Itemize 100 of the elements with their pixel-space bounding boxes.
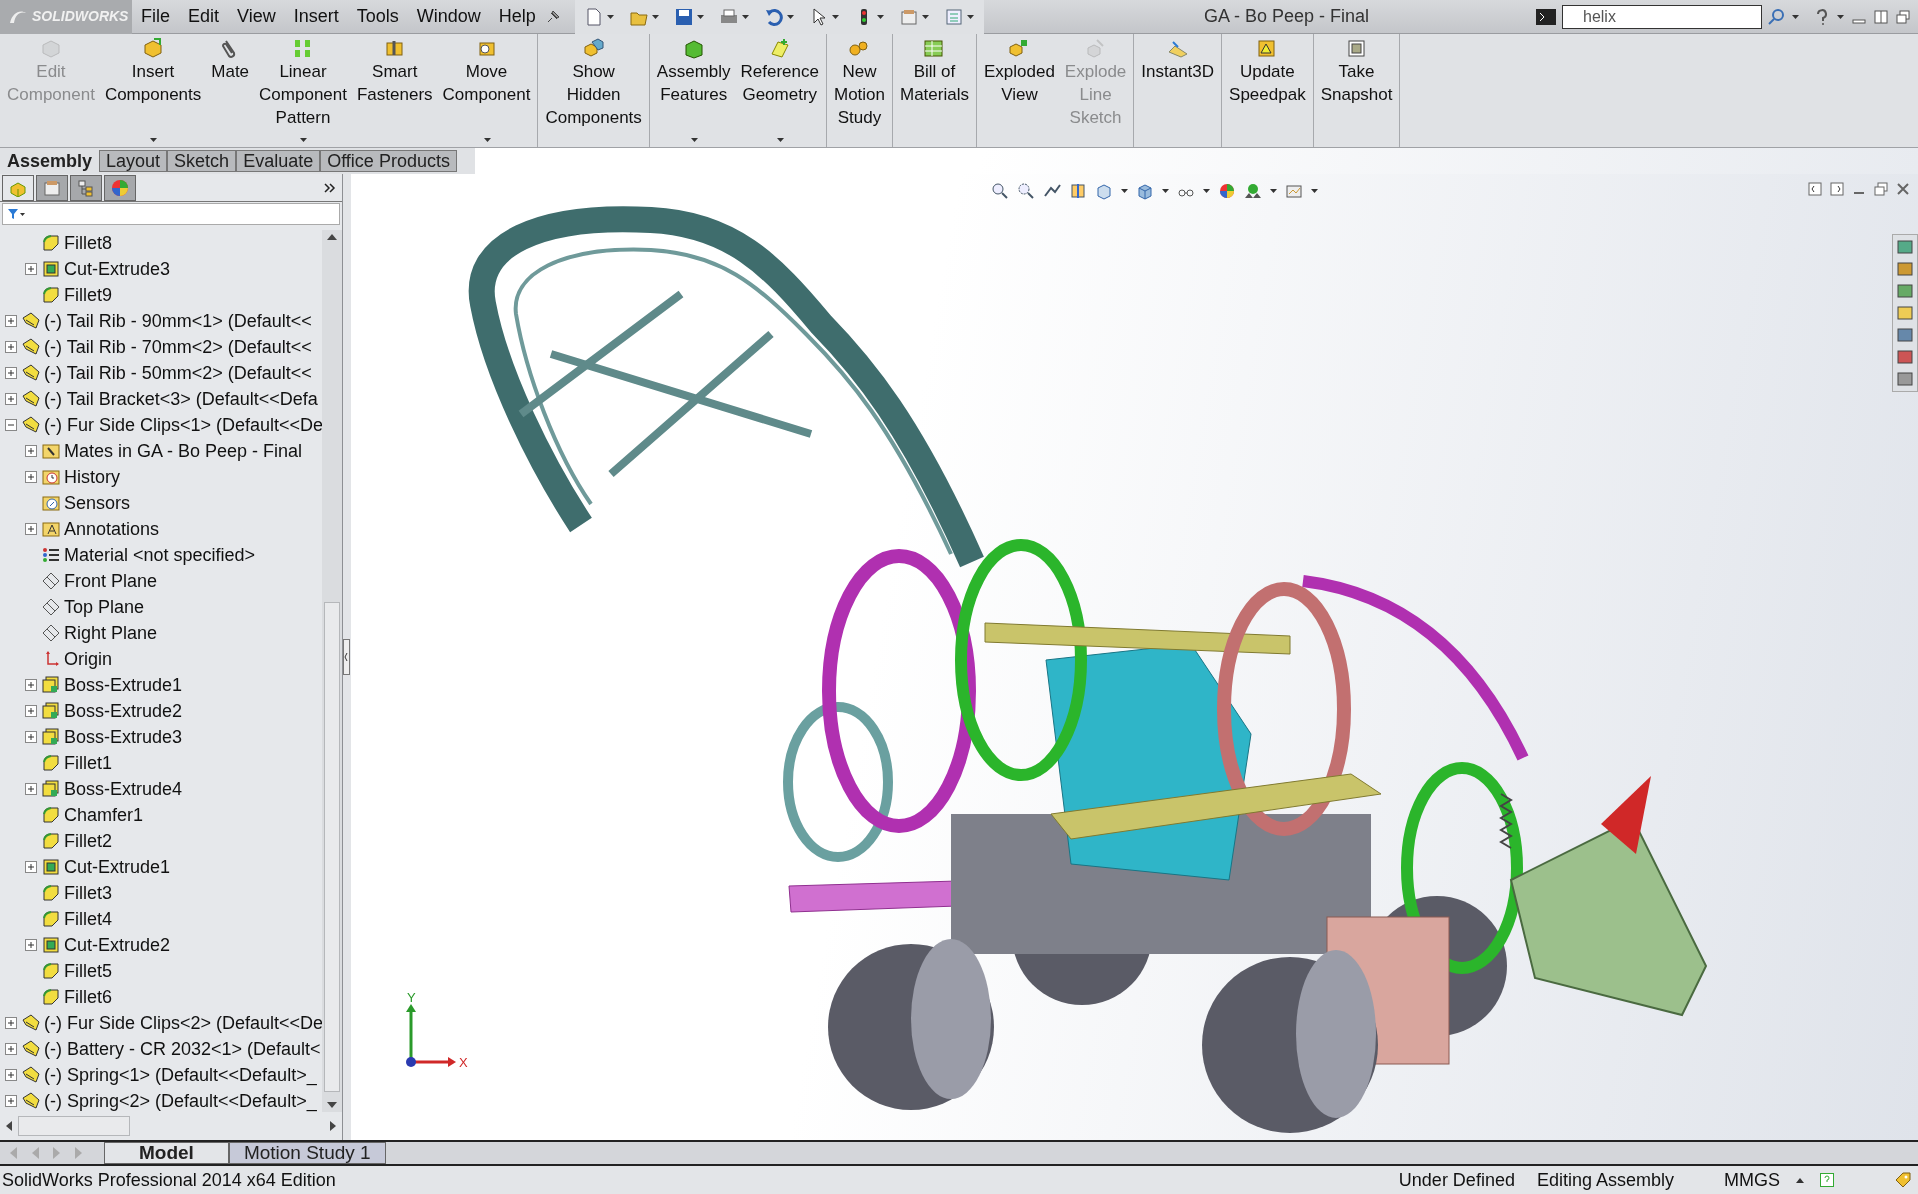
file-properties-icon[interactable] bbox=[899, 7, 918, 26]
command-tab[interactable]: Layout bbox=[99, 150, 168, 172]
split-right-icon[interactable] bbox=[1830, 182, 1844, 196]
expand-icon[interactable] bbox=[24, 860, 38, 874]
scroll-thumb[interactable] bbox=[324, 602, 340, 1092]
help-icon[interactable] bbox=[1815, 8, 1829, 25]
tree-item[interactable]: Fillet5 bbox=[0, 958, 322, 984]
tree-item[interactable]: Origin bbox=[0, 646, 322, 672]
ribbon-button[interactable]: Bill of Materials bbox=[895, 34, 974, 147]
caret-up-icon[interactable] bbox=[1796, 1177, 1804, 1183]
tag-icon[interactable] bbox=[1894, 1171, 1912, 1189]
tree-item[interactable]: Mates in GA - Bo Peep - Final bbox=[0, 438, 322, 464]
tile-windows-icon[interactable] bbox=[1874, 9, 1888, 24]
ribbon-button[interactable]: New Motion Study bbox=[828, 34, 890, 147]
appearance-ball-icon[interactable] bbox=[1218, 182, 1236, 200]
zoom-to-fit-icon[interactable] bbox=[991, 182, 1009, 200]
print-icon[interactable] bbox=[719, 7, 738, 26]
ribbon-button[interactable]: Reference Geometry bbox=[735, 34, 824, 146]
panel-tab[interactable] bbox=[36, 174, 68, 201]
menu-item[interactable]: Insert bbox=[284, 3, 348, 30]
command-tab[interactable]: Office Products bbox=[320, 150, 457, 172]
tree-item[interactable]: Fillet3 bbox=[0, 880, 322, 906]
save-icon[interactable] bbox=[674, 7, 693, 26]
expand-icon[interactable] bbox=[24, 262, 38, 276]
tree-item[interactable]: (-) Tail Rib - 70mm<2> (Default<< bbox=[0, 334, 322, 360]
split-left-icon[interactable] bbox=[1808, 182, 1822, 196]
expand-icon[interactable] bbox=[24, 730, 38, 744]
zoom-area-icon[interactable] bbox=[1017, 182, 1035, 200]
tree-item[interactable]: Cut-Extrude3 bbox=[0, 256, 322, 282]
scroll-up-icon[interactable] bbox=[327, 234, 337, 240]
expand-icon[interactable] bbox=[4, 1068, 18, 1082]
menu-item[interactable]: Edit bbox=[179, 3, 229, 30]
ribbon-button[interactable]: Exploded View bbox=[978, 34, 1060, 147]
ribbon-button[interactable]: Smart Fasteners bbox=[351, 34, 438, 147]
scene-icon[interactable] bbox=[1244, 182, 1262, 200]
tree-item[interactable]: Cut-Extrude2 bbox=[0, 932, 322, 958]
tree-item[interactable]: Fillet4 bbox=[0, 906, 322, 932]
display-style-icon[interactable] bbox=[1136, 182, 1154, 200]
scroll-thumb[interactable] bbox=[18, 1116, 130, 1136]
search-field[interactable]: helix bbox=[1562, 4, 1762, 29]
view-orientation-icon[interactable] bbox=[1095, 182, 1113, 200]
filter-field[interactable] bbox=[2, 203, 340, 225]
scroll-left-icon[interactable] bbox=[6, 1121, 12, 1131]
tree-item[interactable]: Sensors bbox=[0, 490, 322, 516]
expand-icon[interactable] bbox=[24, 704, 38, 718]
tree-item[interactable]: (-) Spring<2> (Default<<Default>_ bbox=[0, 1088, 322, 1112]
tree-item[interactable]: Material <not specified> bbox=[0, 542, 322, 568]
panel-tab[interactable] bbox=[70, 174, 102, 201]
bottom-tab[interactable]: Motion Study 1 bbox=[228, 1142, 386, 1164]
tree-item[interactable]: Fillet8 bbox=[0, 230, 322, 256]
expand-icon[interactable] bbox=[4, 366, 18, 380]
menu-item[interactable]: Window bbox=[407, 3, 490, 30]
tree-item[interactable]: Fillet6 bbox=[0, 984, 322, 1010]
ribbon-button[interactable]: Move Component bbox=[437, 34, 536, 146]
expand-icon[interactable] bbox=[24, 444, 38, 458]
tree-item[interactable]: (-) Tail Rib - 90mm<1> (Default<< bbox=[0, 308, 322, 334]
expand-panel-icon[interactable] bbox=[324, 182, 336, 193]
expand-icon[interactable] bbox=[24, 678, 38, 692]
ribbon-button[interactable]: Insert Components bbox=[99, 34, 207, 146]
panel-tab[interactable] bbox=[2, 174, 34, 201]
tree-item[interactable]: Chamfer1 bbox=[0, 802, 322, 828]
tree-item[interactable]: Right Plane bbox=[0, 620, 322, 646]
tree-item[interactable]: (-) Spring<1> (Default<<Default>_ bbox=[0, 1062, 322, 1088]
tree-item[interactable]: Front Plane bbox=[0, 568, 322, 594]
expand-icon[interactable] bbox=[24, 522, 38, 536]
collapse-icon[interactable] bbox=[4, 418, 18, 432]
tree-item[interactable]: (-) Tail Bracket<3> (Default<<Defa bbox=[0, 386, 322, 412]
undo-icon[interactable] bbox=[764, 7, 783, 26]
expand-icon[interactable] bbox=[24, 470, 38, 484]
scroll-down-icon[interactable] bbox=[327, 1102, 337, 1108]
section-view-icon[interactable] bbox=[1069, 182, 1087, 200]
command-tab[interactable]: Sketch bbox=[167, 150, 237, 172]
menu-item[interactable]: View bbox=[228, 3, 285, 30]
options-icon[interactable] bbox=[944, 7, 963, 26]
expand-icon[interactable] bbox=[4, 314, 18, 328]
tree-item[interactable]: Boss-Extrude1 bbox=[0, 672, 322, 698]
ribbon-button[interactable]: Mate bbox=[206, 34, 255, 147]
tree-item[interactable]: History bbox=[0, 464, 322, 490]
ribbon-button[interactable]: Instant3D bbox=[1136, 34, 1220, 147]
expand-icon[interactable] bbox=[4, 392, 18, 406]
bottom-tab[interactable]: Model bbox=[104, 1142, 229, 1164]
tree-item[interactable]: (-) Battery - CR 2032<1> (Default< bbox=[0, 1036, 322, 1062]
new-document-icon[interactable] bbox=[584, 7, 603, 26]
expand-icon[interactable] bbox=[4, 1016, 18, 1030]
expand-icon[interactable] bbox=[4, 1042, 18, 1056]
command-tab[interactable]: Evaluate bbox=[236, 150, 321, 172]
expand-icon[interactable] bbox=[4, 1094, 18, 1108]
tree-item[interactable]: Top Plane bbox=[0, 594, 322, 620]
tree-item[interactable]: (-) Tail Rib - 50mm<2> (Default<< bbox=[0, 360, 322, 386]
expand-icon[interactable] bbox=[24, 938, 38, 952]
restore-icon[interactable] bbox=[1874, 182, 1888, 196]
menu-item[interactable]: Help bbox=[489, 3, 545, 30]
tree-item[interactable]: Annotations bbox=[0, 516, 322, 542]
view-settings-icon[interactable] bbox=[1285, 182, 1303, 200]
panel-tab[interactable] bbox=[104, 174, 136, 201]
scroll-right-icon[interactable] bbox=[330, 1121, 336, 1131]
expand-icon[interactable] bbox=[4, 340, 18, 354]
ribbon-button[interactable]: Assembly Features bbox=[651, 34, 736, 146]
expand-icon[interactable] bbox=[24, 782, 38, 796]
tree-item[interactable]: Boss-Extrude2 bbox=[0, 698, 322, 724]
